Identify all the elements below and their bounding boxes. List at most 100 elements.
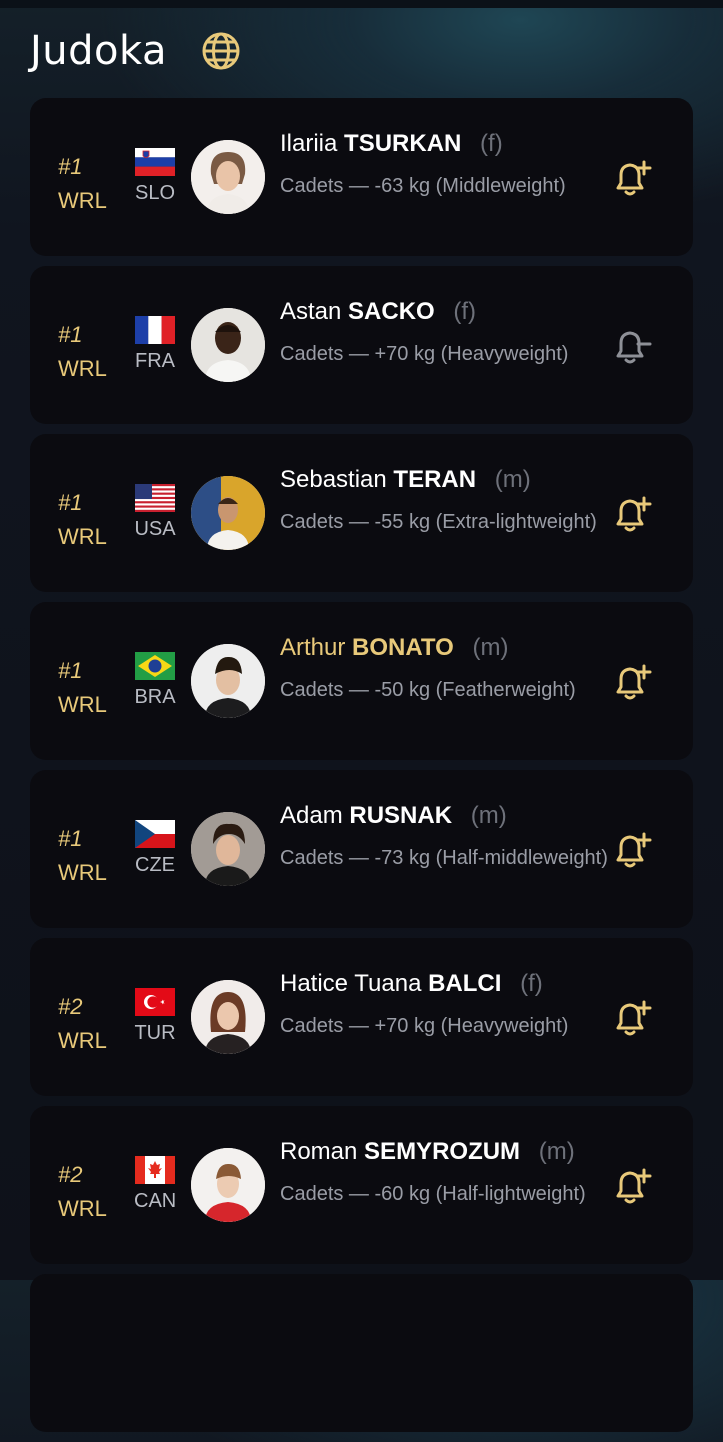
- first-name: Ilariia: [280, 130, 338, 157]
- rank-number: #1: [58, 322, 83, 347]
- ranking: #1 WRL: [58, 150, 118, 218]
- avatar: [191, 140, 265, 214]
- rank-number: #1: [58, 490, 83, 515]
- gender: (m): [538, 1138, 575, 1165]
- athlete-info: Astan SACKO (f) Cadets — +70 kg (Heavywe…: [280, 296, 610, 369]
- ranking: #1 WRL: [58, 654, 118, 722]
- status-bar: [0, 0, 723, 8]
- rank-list: WRL: [58, 860, 107, 885]
- last-name: TSURKAN: [344, 130, 462, 157]
- bell-plus-icon[interactable]: [609, 156, 653, 200]
- athlete-card[interactable]: #1 WRL BRA Arthur BONATO (m) Cadets — -5…: [30, 602, 693, 760]
- flag-czechia-icon: [135, 820, 175, 848]
- athlete-name[interactable]: Sebastian TERAN (m): [280, 464, 610, 496]
- flag-usa-icon: [135, 484, 175, 512]
- gender: (m): [470, 802, 507, 829]
- first-name: Roman: [280, 1138, 358, 1165]
- athlete-info: Adam RUSNAK (m) Cadets — -73 kg (Half-mi…: [280, 800, 610, 873]
- rank-list: WRL: [58, 692, 107, 717]
- ranking: #1 WRL: [58, 822, 118, 890]
- last-name: BONATO: [352, 634, 454, 661]
- page-header: Judoka: [30, 26, 241, 76]
- country-code: BRA: [134, 686, 176, 708]
- athlete-card[interactable]: #1 WRL FRA Astan SACKO (f) Cadets — +70 …: [30, 266, 693, 424]
- country-block: USA: [134, 484, 176, 541]
- athlete-card[interactable]: [30, 1274, 693, 1432]
- avatar: [191, 308, 265, 382]
- athlete-name[interactable]: Arthur BONATO (m): [280, 632, 610, 664]
- ranking: #1 WRL: [58, 486, 118, 554]
- athlete-info: Arthur BONATO (m) Cadets — -50 kg (Feath…: [280, 632, 610, 705]
- gender: (f): [520, 970, 543, 997]
- category-detail: Cadets — +70 kg (Heavyweight): [280, 1015, 569, 1037]
- athlete-name[interactable]: Astan SACKO (f): [280, 296, 610, 328]
- athlete-card[interactable]: #2 WRL CAN Roman SEMYROZUM (m) Cadets — …: [30, 1106, 693, 1264]
- athlete-list: #1 WRL SLO Ilariia TSURKAN (f) Cadets — …: [30, 98, 693, 1442]
- avatar: [191, 980, 265, 1054]
- ranking: #1 WRL: [58, 318, 118, 386]
- category-detail: Cadets — -73 kg (Half-middleweight): [280, 847, 608, 869]
- athlete-info: Ilariia TSURKAN (f) Cadets — -63 kg (Mid…: [280, 128, 610, 201]
- athlete-name[interactable]: Adam RUSNAK (m): [280, 800, 610, 832]
- bell-plus-icon[interactable]: [609, 660, 653, 704]
- first-name: Hatice Tuana: [280, 970, 422, 997]
- athlete-name[interactable]: Roman SEMYROZUM (m): [280, 1136, 610, 1168]
- flag-turkey-icon: [135, 988, 175, 1016]
- ranking: #2 WRL: [58, 1158, 118, 1226]
- avatar: [191, 476, 265, 550]
- rank-number: #1: [58, 826, 83, 851]
- rank-list: WRL: [58, 524, 107, 549]
- country-code: CZE: [135, 854, 175, 876]
- gender: (f): [453, 298, 477, 325]
- athlete-name[interactable]: Hatice Tuana BALCI (f): [280, 968, 610, 1000]
- bell-plus-icon[interactable]: [609, 1164, 653, 1208]
- rank-number: #2: [58, 994, 83, 1019]
- bell-minus-icon[interactable]: [609, 324, 653, 368]
- athlete-card[interactable]: #1 WRL CZE Adam RUSNAK (m) Cadets — -73 …: [30, 770, 693, 928]
- athlete-card[interactable]: #1 WRL SLO Ilariia TSURKAN (f) Cadets — …: [30, 98, 693, 256]
- category-detail: Cadets — -60 kg (Half-lightweight): [280, 1183, 586, 1205]
- last-name: BALCI: [428, 970, 502, 997]
- rank-number: #1: [58, 154, 83, 179]
- avatar: [191, 644, 265, 718]
- first-name: Arthur: [280, 634, 346, 661]
- flag-brazil-icon: [135, 652, 175, 680]
- country-block: BRA: [134, 652, 176, 709]
- athlete-info: Hatice Tuana BALCI (f) Cadets — +70 kg (…: [280, 968, 610, 1041]
- athlete-card[interactable]: #2 WRL TUR Hatice Tuana BALCI (f) Cadets…: [30, 938, 693, 1096]
- country-block: FRA: [134, 316, 176, 373]
- bell-plus-icon[interactable]: [609, 828, 653, 872]
- rank-list: WRL: [58, 188, 107, 213]
- last-name: SEMYROZUM: [364, 1138, 521, 1165]
- country-block: CZE: [134, 820, 176, 877]
- country-code: USA: [134, 518, 176, 540]
- category-detail: Cadets — -50 kg (Featherweight): [280, 679, 576, 701]
- rank-list: WRL: [58, 1196, 107, 1221]
- last-name: TERAN: [393, 466, 477, 493]
- first-name: Sebastian: [280, 466, 387, 493]
- page-title: Judoka: [30, 28, 167, 74]
- country-code: FRA: [135, 350, 175, 372]
- country-block: SLO: [134, 148, 176, 205]
- flag-slovenia-icon: [135, 148, 175, 176]
- ranking: #2 WRL: [58, 990, 118, 1058]
- last-name: SACKO: [348, 298, 435, 325]
- gender: (m): [472, 634, 509, 661]
- gender: (m): [494, 466, 531, 493]
- athlete-card[interactable]: #1 WRL USA Sebastian TERAN (m) Cadets — …: [30, 434, 693, 592]
- first-name: Astan: [280, 298, 342, 325]
- category-detail: Cadets — -55 kg (Extra-lightweight): [280, 511, 597, 533]
- avatar: [191, 812, 265, 886]
- rank-list: WRL: [58, 1028, 107, 1053]
- country-block: TUR: [134, 988, 176, 1045]
- athlete-name[interactable]: Ilariia TSURKAN (f): [280, 128, 610, 160]
- country-code: CAN: [134, 1190, 177, 1212]
- bell-plus-icon[interactable]: [609, 996, 653, 1040]
- gender: (f): [480, 130, 503, 157]
- rank-list: WRL: [58, 356, 107, 381]
- bell-plus-icon[interactable]: [609, 492, 653, 536]
- last-name: RUSNAK: [349, 802, 453, 829]
- category-detail: Cadets — +70 kg (Heavyweight): [280, 343, 569, 365]
- globe-icon[interactable]: [201, 31, 241, 71]
- category-detail: Cadets — -63 kg (Middleweight): [280, 175, 566, 197]
